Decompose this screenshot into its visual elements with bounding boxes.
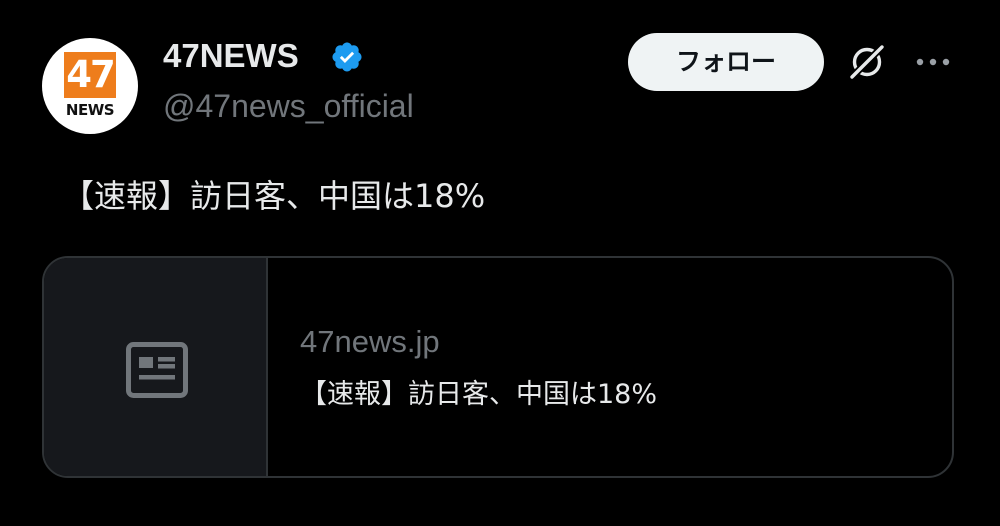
follow-button[interactable]: フォロー: [628, 33, 824, 91]
link-card[interactable]: 47news.jp 【速報】訪日客、中国は18%: [42, 256, 954, 478]
link-card-thumbnail[interactable]: [44, 258, 268, 476]
author-handle[interactable]: @47news_official: [163, 86, 414, 126]
avatar-logo-word: NEWS: [65, 101, 115, 119]
avatar-logo-number: 47: [64, 52, 116, 98]
author-display-name[interactable]: 47NEWS: [163, 36, 299, 76]
link-card-title[interactable]: 【速報】訪日客、中国は18%: [300, 375, 657, 415]
link-card-domain[interactable]: 47news.jp: [300, 322, 440, 362]
more-options-icon[interactable]: [913, 52, 953, 72]
avatar[interactable]: 47 NEWS: [42, 38, 138, 134]
tweet-text: 【速報】訪日客、中国は18%: [62, 177, 486, 215]
verified-badge-icon[interactable]: [330, 40, 364, 74]
article-placeholder-icon: [126, 342, 188, 398]
grok-icon[interactable]: [847, 42, 887, 82]
